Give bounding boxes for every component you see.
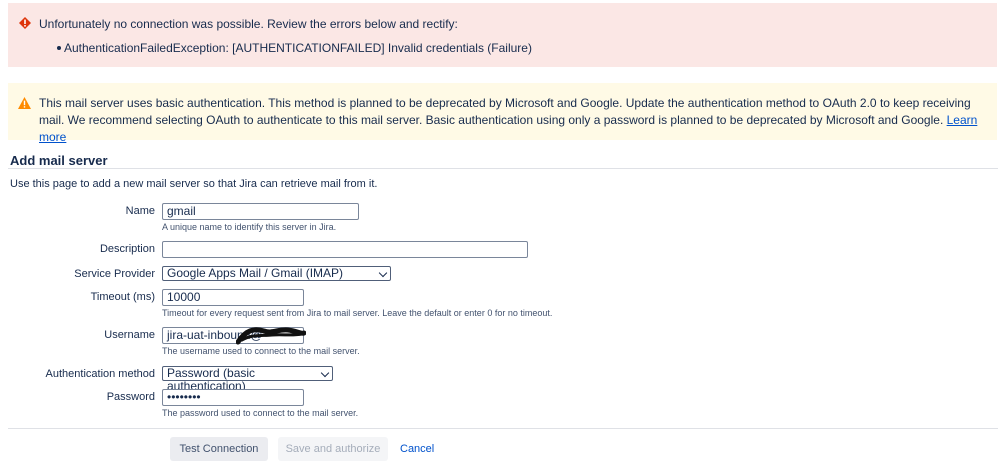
page-description: Use this page to add a new mail server s… bbox=[10, 178, 378, 190]
error-title: Unfortunately no connection was possible… bbox=[39, 17, 458, 31]
error-list-item: AuthenticationFailedException: [AUTHENTI… bbox=[57, 41, 532, 55]
actions-divider bbox=[8, 428, 998, 429]
name-hint: A unique name to identify this server in… bbox=[162, 222, 337, 232]
service-provider-value: Google Apps Mail / Gmail (IMAP) bbox=[167, 266, 344, 280]
chevron-down-icon bbox=[378, 268, 388, 278]
auth-method-label: Authentication method bbox=[45, 368, 155, 380]
auth-method-select[interactable]: Password (basic authentication) bbox=[162, 366, 333, 393]
warning-text: This mail server uses basic authenticati… bbox=[39, 95, 984, 146]
page-title: Add mail server bbox=[10, 153, 108, 168]
cancel-link[interactable]: Cancel bbox=[400, 443, 434, 455]
warning-icon bbox=[18, 97, 31, 109]
password-label: Password bbox=[106, 391, 155, 403]
description-input[interactable] bbox=[162, 241, 528, 258]
service-provider-select[interactable]: Google Apps Mail / Gmail (IMAP) bbox=[162, 266, 391, 281]
username-label: Username bbox=[104, 329, 155, 341]
name-label: Name bbox=[125, 205, 155, 217]
password-hint: The password used to connect to the mail… bbox=[162, 408, 359, 418]
save-and-authorize-button[interactable]: Save and authorize bbox=[278, 437, 388, 461]
name-input[interactable]: gmail bbox=[162, 203, 359, 220]
timeout-label: Timeout (ms) bbox=[90, 291, 155, 303]
timeout-hint: Timeout for every request sent from Jira… bbox=[162, 308, 553, 318]
warning-message: This mail server uses basic authenticati… bbox=[8, 83, 997, 144]
password-input[interactable]: •••••••• bbox=[162, 389, 304, 406]
redaction-scribble bbox=[236, 327, 306, 345]
username-hint: The username used to connect to the mail… bbox=[162, 346, 360, 356]
timeout-input[interactable]: 10000 bbox=[162, 289, 304, 306]
test-connection-button[interactable]: Test Connection bbox=[170, 437, 268, 461]
chevron-down-icon bbox=[320, 368, 330, 378]
description-label: Description bbox=[99, 243, 155, 255]
error-message: Unfortunately no connection was possible… bbox=[8, 3, 997, 67]
title-divider bbox=[8, 168, 998, 169]
error-icon bbox=[19, 17, 31, 29]
service-provider-label: Service Provider bbox=[74, 268, 155, 280]
warning-body: This mail server uses basic authenticati… bbox=[39, 96, 971, 127]
